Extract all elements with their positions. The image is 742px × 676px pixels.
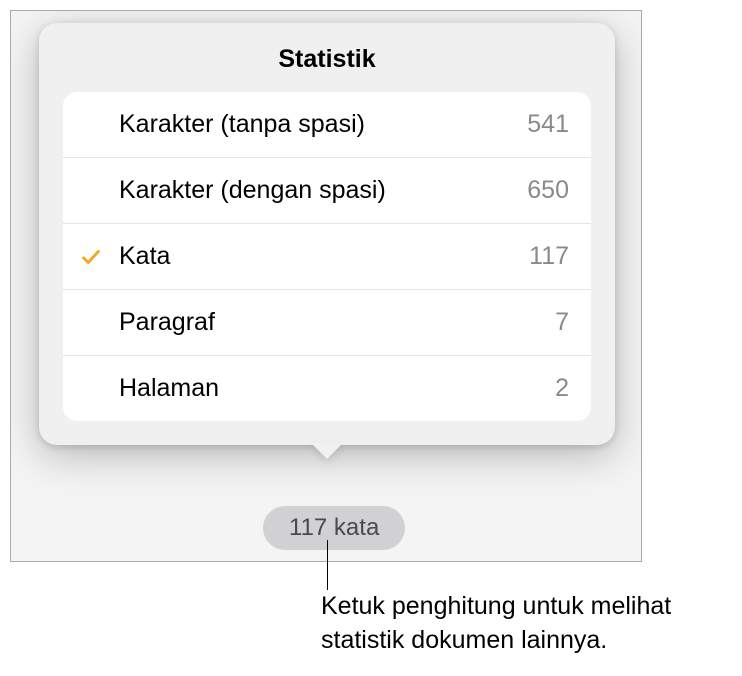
stat-label: Kata	[119, 242, 529, 271]
check-column	[63, 246, 119, 268]
statistics-list: Karakter (tanpa spasi) 541 Karakter (den…	[63, 92, 591, 421]
callout-line	[327, 540, 328, 590]
stat-row-paragraphs[interactable]: Paragraf 7	[63, 290, 591, 356]
stat-row-chars-no-space[interactable]: Karakter (tanpa spasi) 541	[63, 92, 591, 158]
popover-title: Statistik	[39, 23, 615, 92]
stat-value: 541	[527, 110, 569, 139]
stat-label: Halaman	[119, 374, 555, 403]
stat-label: Karakter (dengan spasi)	[119, 176, 527, 205]
callout-text: Ketuk penghitung untuk melihat statistik…	[321, 590, 731, 658]
stat-value: 2	[555, 374, 569, 403]
stat-row-words[interactable]: Kata 117	[63, 224, 591, 290]
word-count-pill[interactable]: 117 kata	[263, 506, 405, 550]
stat-value: 650	[527, 176, 569, 205]
stat-label: Karakter (tanpa spasi)	[119, 110, 527, 139]
stat-row-pages[interactable]: Halaman 2	[63, 356, 591, 421]
stat-value: 117	[529, 242, 569, 271]
stat-row-chars-with-space[interactable]: Karakter (dengan spasi) 650	[63, 158, 591, 224]
stat-value: 7	[555, 308, 569, 337]
stat-label: Paragraf	[119, 308, 555, 337]
statistics-popover: Statistik Karakter (tanpa spasi) 541 Kar…	[39, 23, 615, 445]
app-viewport: Statistik Karakter (tanpa spasi) 541 Kar…	[10, 10, 642, 562]
checkmark-icon	[80, 246, 102, 268]
